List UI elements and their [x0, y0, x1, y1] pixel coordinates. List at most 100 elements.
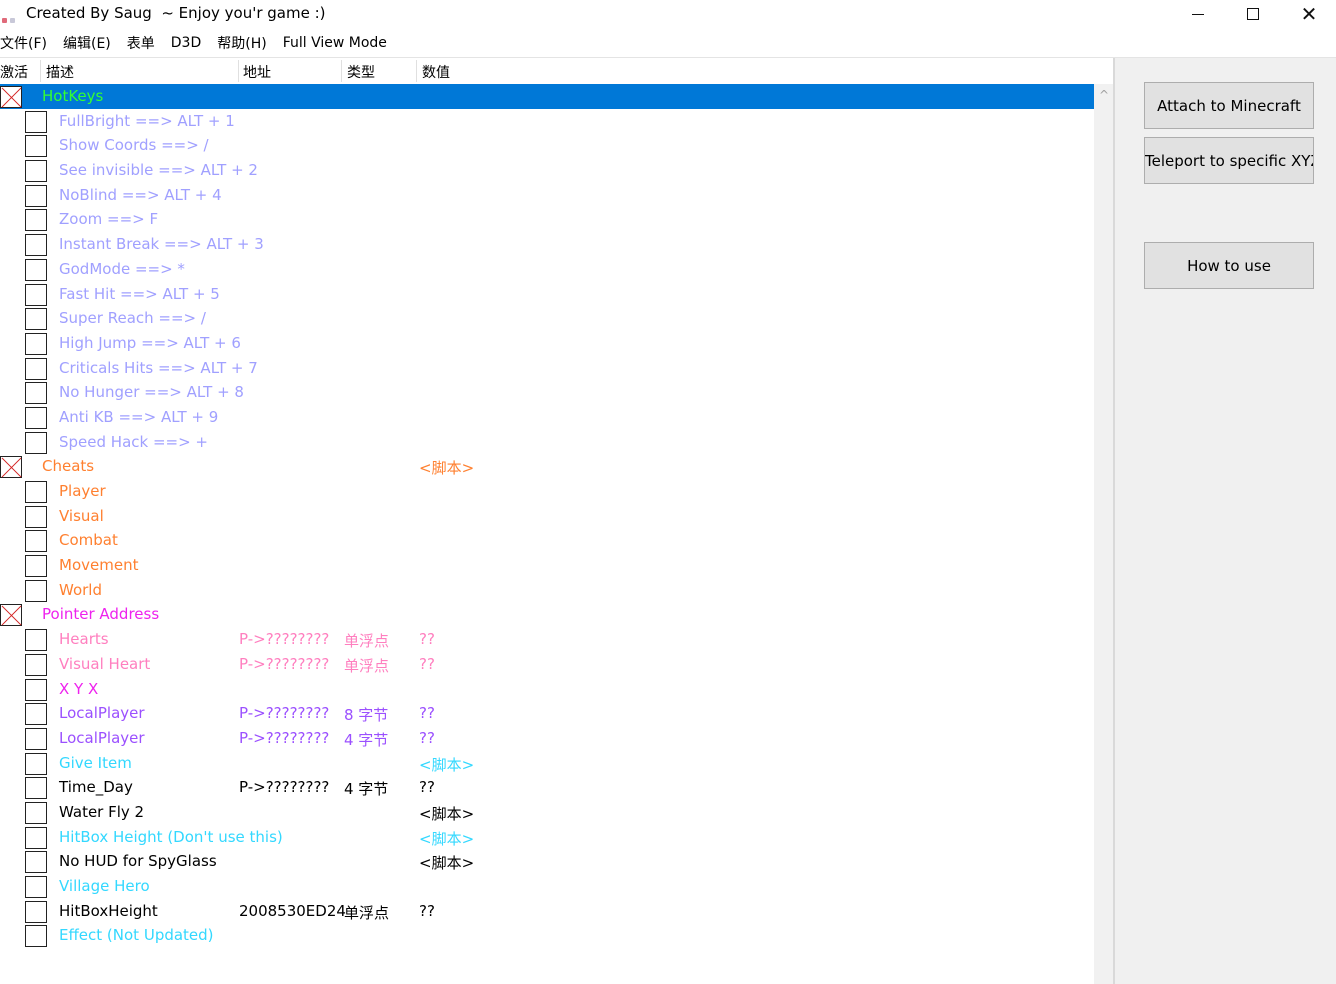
menu-help[interactable]: 帮助(H) — [217, 33, 274, 53]
table-row[interactable]: Speed Hack ==> + — [0, 430, 1094, 455]
table-row[interactable]: See invisible ==> ALT + 2 — [0, 158, 1094, 183]
table-row[interactable]: Combat — [0, 528, 1094, 553]
table-row[interactable]: No Hunger ==> ALT + 8 — [0, 380, 1094, 405]
teleport-button[interactable]: Teleport to specific XYZ — [1144, 137, 1314, 184]
menu-full-view-mode[interactable]: Full View Mode — [283, 35, 395, 51]
group-row[interactable]: HotKeys — [0, 84, 1094, 109]
active-checkbox[interactable] — [25, 431, 47, 454]
active-checkbox[interactable] — [25, 703, 47, 726]
table-row[interactable]: HitBox Height (Don't use this) <脚本> — [0, 825, 1094, 850]
table-row[interactable]: Water Fly 2 <脚本> — [0, 800, 1094, 825]
table-row[interactable]: Player — [0, 479, 1094, 504]
active-checkbox[interactable] — [25, 900, 47, 923]
column-divider[interactable] — [341, 60, 342, 82]
table-row[interactable]: No HUD for SpyGlass <脚本> — [0, 849, 1094, 874]
table-row[interactable]: Time_Day P->???????? 4 字节?? — [0, 775, 1094, 800]
menu-file[interactable]: 文件(F) — [0, 33, 55, 53]
active-checkbox[interactable] — [25, 925, 47, 948]
description-cell: Water Fly 2 — [59, 802, 145, 821]
maximize-button[interactable] — [1225, 0, 1281, 28]
active-checkbox[interactable] — [25, 160, 47, 183]
how-to-use-button[interactable]: How to use — [1144, 242, 1314, 289]
menu-d3d[interactable]: D3D — [171, 35, 209, 51]
active-checkbox[interactable] — [0, 86, 22, 108]
active-checkbox[interactable] — [25, 653, 47, 676]
group-row[interactable]: Cheats <脚本> — [0, 454, 1094, 479]
table-row[interactable]: High Jump ==> ALT + 6 — [0, 331, 1094, 356]
table-row[interactable]: Visual Heart P->???????? 单浮点?? — [0, 652, 1094, 677]
active-checkbox[interactable] — [25, 258, 47, 281]
active-checkbox[interactable] — [25, 579, 47, 602]
table-row[interactable]: Zoom ==> F — [0, 207, 1094, 232]
minimize-button[interactable] — [1170, 0, 1226, 28]
active-checkbox[interactable] — [25, 801, 47, 824]
active-checkbox[interactable] — [25, 629, 47, 652]
active-checkbox[interactable] — [25, 209, 47, 232]
column-divider[interactable] — [40, 60, 41, 82]
active-checkbox[interactable] — [25, 678, 47, 701]
active-checkbox[interactable] — [25, 184, 47, 207]
menu-table[interactable]: 表单 — [127, 33, 163, 53]
table-row[interactable]: LocalPlayer P->???????? 4 字节?? — [0, 726, 1094, 751]
table-row[interactable]: Instant Break ==> ALT + 3 — [0, 232, 1094, 257]
cheat-table-list[interactable]: HotKeys FullBright ==> ALT + 1 Show Coords… — [0, 84, 1094, 984]
description-cell: Criticals Hits ==> ALT + 7 — [59, 358, 258, 377]
column-address[interactable]: 地址 — [243, 62, 271, 82]
table-row[interactable]: Criticals Hits ==> ALT + 7 — [0, 356, 1094, 381]
active-checkbox[interactable] — [25, 777, 47, 800]
table-row[interactable]: GodMode ==> * — [0, 257, 1094, 282]
close-icon: ✕ — [1300, 2, 1318, 26]
active-checkbox[interactable] — [25, 727, 47, 750]
active-checkbox[interactable] — [25, 234, 47, 257]
table-row[interactable]: Effect (Not Updated) — [0, 923, 1094, 948]
active-checkbox[interactable] — [25, 851, 47, 874]
table-row[interactable]: FullBright ==> ALT + 1 — [0, 109, 1094, 134]
description-cell: LocalPlayer — [59, 728, 145, 747]
table-row[interactable]: Anti KB ==> ALT + 9 — [0, 405, 1094, 430]
table-row[interactable]: Movement — [0, 553, 1094, 578]
active-checkbox[interactable] — [25, 752, 47, 775]
close-button[interactable]: ✕ — [1281, 0, 1336, 28]
active-checkbox[interactable] — [25, 505, 47, 528]
table-row[interactable]: Super Reach ==> / — [0, 306, 1094, 331]
active-checkbox[interactable] — [25, 876, 47, 898]
column-divider[interactable] — [238, 60, 239, 82]
active-checkbox[interactable] — [25, 826, 47, 849]
menu-edit[interactable]: 编辑(E) — [63, 33, 119, 53]
active-checkbox[interactable] — [25, 357, 47, 380]
vertical-scrollbar[interactable]: ^ — [1094, 84, 1114, 984]
column-description[interactable]: 描述 — [46, 62, 74, 82]
active-checkbox[interactable] — [0, 456, 22, 479]
active-checkbox[interactable] — [25, 283, 47, 306]
column-type[interactable]: 类型 — [347, 62, 375, 82]
active-checkbox[interactable] — [25, 135, 47, 158]
active-checkbox[interactable] — [25, 530, 47, 553]
table-row[interactable]: Show Coords ==> / — [0, 133, 1094, 158]
chevron-up-icon[interactable]: ^ — [1094, 84, 1114, 106]
active-checkbox[interactable] — [25, 481, 47, 503]
active-checkbox[interactable] — [25, 110, 47, 133]
attach-to-minecraft-button[interactable]: Attach to Minecraft — [1144, 82, 1314, 129]
column-value[interactable]: 数值 — [422, 62, 450, 82]
table-row[interactable]: NoBlind ==> ALT + 4 — [0, 183, 1094, 208]
table-row[interactable]: Visual — [0, 504, 1094, 529]
table-row[interactable]: X Y X — [0, 677, 1094, 702]
active-checkbox[interactable] — [25, 406, 47, 429]
active-checkbox[interactable] — [25, 555, 47, 578]
column-active[interactable]: 激活 — [0, 62, 28, 82]
description-cell: Village Hero — [59, 877, 150, 895]
table-row[interactable]: Village Hero — [0, 874, 1094, 899]
active-checkbox[interactable] — [25, 332, 47, 355]
column-divider[interactable] — [416, 60, 417, 82]
table-row[interactable]: Fast Hit ==> ALT + 5 — [0, 282, 1094, 307]
group-row[interactable]: Pointer Address — [0, 602, 1094, 627]
active-checkbox[interactable] — [25, 382, 47, 405]
active-checkbox[interactable] — [25, 308, 47, 331]
table-row[interactable]: Give Item <脚本> — [0, 751, 1094, 776]
table-row[interactable]: LocalPlayer P->???????? 8 字节?? — [0, 701, 1094, 726]
table-row[interactable]: Hearts P->???????? 单浮点?? — [0, 627, 1094, 652]
table-row[interactable]: World — [0, 578, 1094, 603]
active-checkbox[interactable] — [0, 604, 22, 627]
table-row[interactable]: HitBoxHeight 2008530ED24 单浮点?? — [0, 899, 1094, 924]
description-cell: Anti KB ==> ALT + 9 — [59, 407, 219, 426]
